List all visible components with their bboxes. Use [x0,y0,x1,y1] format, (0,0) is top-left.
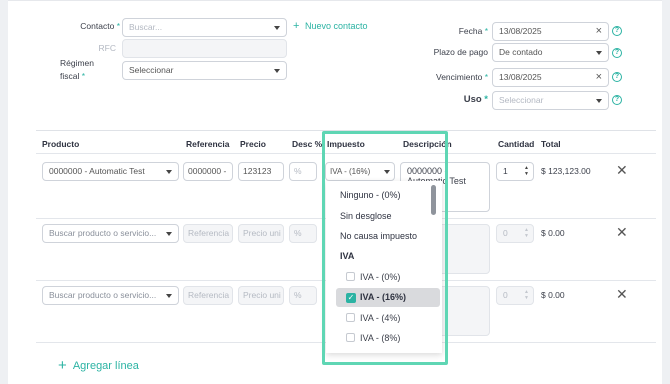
cantidad-value: 0 [503,228,508,238]
referencia-input[interactable]: Referencia [183,224,233,243]
plazo-value: De contado [499,47,543,57]
invoice-form: Contacto * Buscar... + Nuevo contacto RF… [8,0,662,384]
producto-select[interactable]: Buscar producto o servicio... [42,286,179,305]
remove-row-icon[interactable]: ✕ [616,163,628,177]
rfc-label: RFC [98,43,116,53]
stepper-arrows-icon[interactable]: ▲ ▼ [524,165,529,177]
vencimiento-input[interactable]: 13/08/2025 × [492,68,609,87]
row-total: $ 0.00 [541,290,565,300]
remove-row-icon[interactable]: ✕ [616,287,628,301]
col-desc: Desc % [292,139,322,149]
producto-select[interactable]: 0000000 - Automatic Test [42,162,179,181]
cantidad-value: 1 [503,166,508,176]
uso-label: Uso * [463,94,488,105]
new-contact-label: Nuevo contacto [304,21,368,31]
regimen-value: Seleccionar [129,65,174,75]
help-icon[interactable]: ? [612,26,622,36]
row-total: $ 123,123.00 [541,166,591,176]
referencia-input[interactable]: 0000000 - [183,162,233,181]
uso-value: Seleccionar [499,95,544,105]
clear-icon[interactable]: × [596,69,602,86]
clear-icon[interactable]: × [596,23,602,40]
referencia-input[interactable]: Referencia [183,286,233,305]
add-line-label: Agregar línea [72,360,139,372]
desc-input[interactable]: % [289,286,317,305]
cantidad-value: 0 [503,290,508,300]
producto-value: 0000000 - Automatic Test [49,166,145,176]
regimen-select[interactable]: Seleccionar [122,61,287,80]
chevron-down-icon [166,232,172,236]
fecha-value: 13/08/2025 [499,26,542,36]
chevron-down-icon [274,69,280,73]
uso-select[interactable]: Seleccionar [492,91,609,110]
help-icon[interactable]: ? [612,48,622,58]
highlight-box [322,131,448,365]
stepper-arrows-icon[interactable]: ▲ ▼ [524,289,529,301]
plazo-label: Plazo de pago [433,47,488,57]
contacto-label: Contacto * [80,21,120,31]
fecha-input[interactable]: 13/08/2025 × [492,22,609,41]
remove-row-icon[interactable]: ✕ [616,225,628,239]
plus-icon: + [58,357,67,374]
fecha-label: Fecha * [458,26,488,36]
help-icon[interactable]: ? [612,72,622,82]
precio-input[interactable]: Precio uni [238,224,284,243]
new-contact-link[interactable]: + Nuevo contacto [293,20,368,32]
chevron-down-icon [596,51,602,55]
col-total: Total [541,139,561,149]
help-icon[interactable]: ? [612,95,622,105]
vencimiento-value: 13/08/2025 [499,72,542,82]
precio-input[interactable]: 123123 [238,162,284,181]
plazo-select[interactable]: De contado [492,43,609,62]
chevron-down-icon [166,170,172,174]
col-precio: Precio [240,139,266,149]
contacto-select[interactable]: Buscar... [122,18,287,37]
chevron-down-icon [596,99,602,103]
add-line-button[interactable]: + Agregar línea [58,357,139,374]
precio-input[interactable]: Precio uni [238,286,284,305]
cantidad-stepper[interactable]: 0 ▲ ▼ [496,224,534,243]
desc-input[interactable]: % [289,162,317,181]
plus-icon: + [293,20,300,32]
cantidad-stepper[interactable]: 0 ▲ ▼ [496,286,534,305]
row-total: $ 0.00 [541,228,565,238]
regimen-label: Régimen fiscal * [60,58,95,81]
chevron-down-icon [274,26,280,30]
stepper-arrows-icon[interactable]: ▲ ▼ [524,227,529,239]
vencimiento-label: Vencimiento * [436,72,488,82]
producto-placeholder: Buscar producto o servicio... [49,228,157,238]
col-cantidad: Cantidad [498,139,535,149]
cantidad-stepper[interactable]: 1 ▲ ▼ [496,162,534,181]
rfc-field [122,39,287,58]
contacto-placeholder: Buscar... [129,22,163,32]
col-producto: Producto [42,139,80,149]
chevron-down-icon [166,294,172,298]
desc-input[interactable]: % [289,224,317,243]
col-referencia: Referencia [186,139,230,149]
producto-select[interactable]: Buscar producto o servicio... [42,224,179,243]
producto-placeholder: Buscar producto o servicio... [49,290,157,300]
